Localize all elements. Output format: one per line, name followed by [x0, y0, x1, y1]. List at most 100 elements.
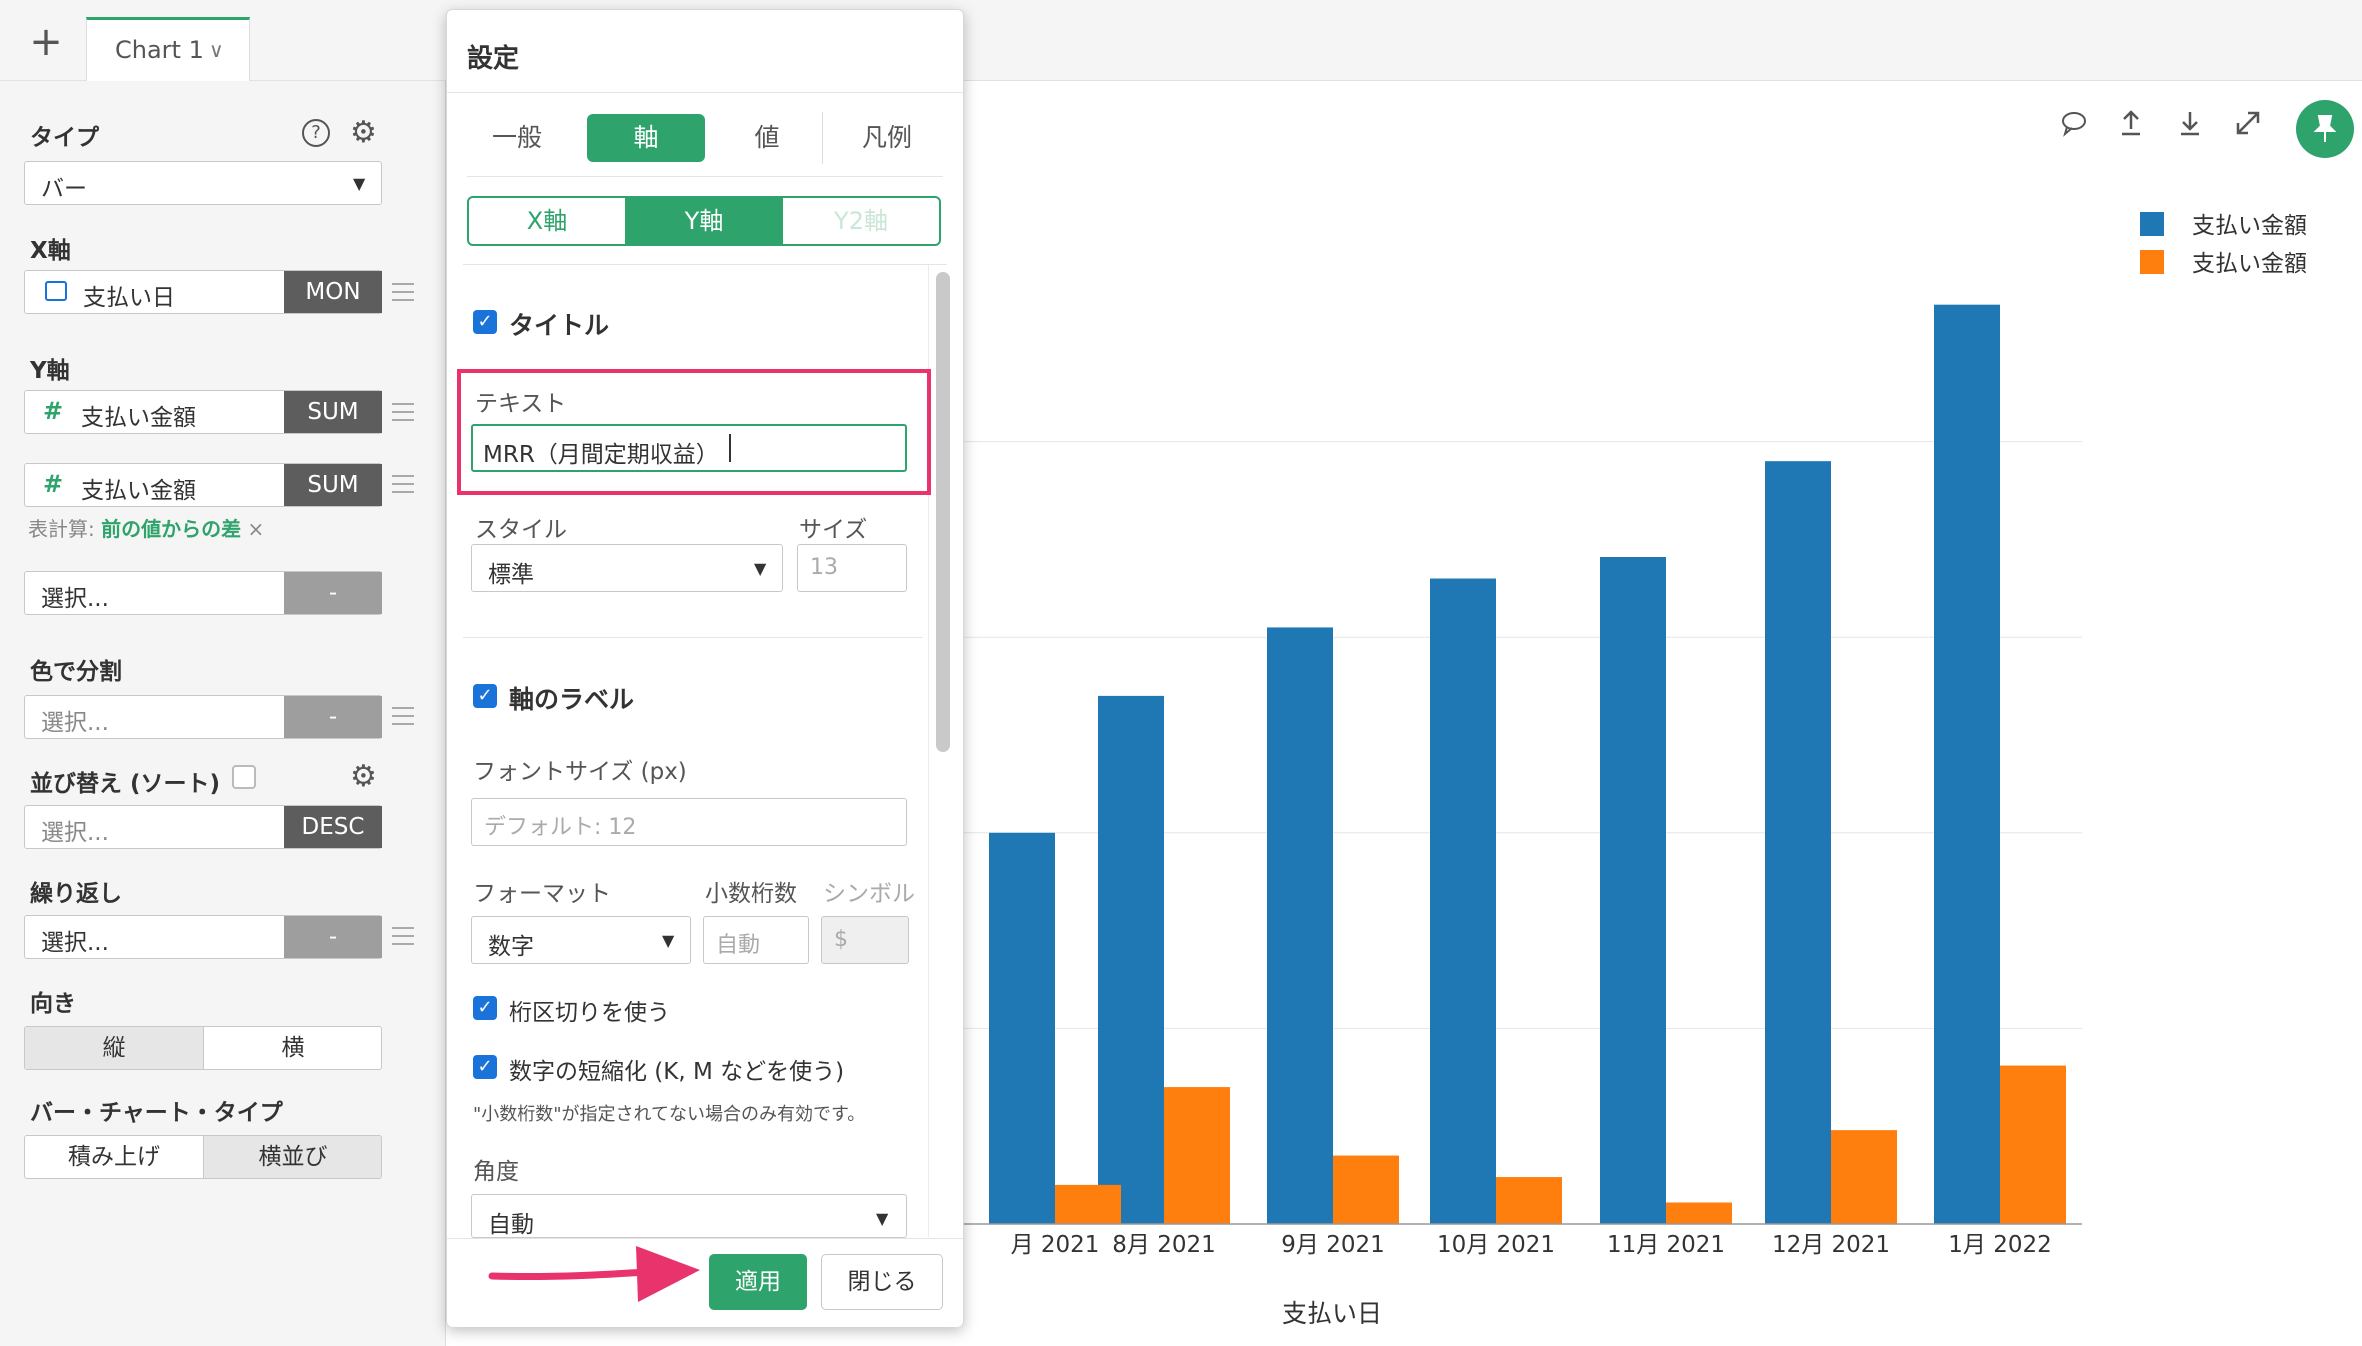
font-size-input[interactable]: デフォルト: 12 — [471, 798, 907, 846]
x-tick-label: 12月 2021 — [1772, 1232, 1890, 1258]
text-label: テキスト — [475, 391, 567, 417]
bar-type-stacked[interactable]: 積み上げ — [25, 1136, 204, 1178]
x-tick-label: 10月 2021 — [1437, 1232, 1555, 1258]
sort-checkbox[interactable] — [232, 765, 256, 789]
bar-type-label: バー・チャート・タイプ — [30, 1100, 283, 1126]
sort-order-tag[interactable]: DESC — [284, 806, 382, 848]
repeat-select[interactable]: 選択... - — [24, 915, 382, 959]
axis-label-checkbox[interactable]: ✓ — [473, 684, 497, 708]
direction-vertical[interactable]: 縦 — [25, 1027, 204, 1069]
tab-label: Chart 1 — [115, 36, 204, 64]
type-label: タイプ — [30, 125, 99, 151]
apply-button[interactable]: 適用 — [709, 1254, 807, 1310]
thousands-separator-checkbox[interactable]: ✓ — [473, 996, 497, 1020]
scrollbar-thumb[interactable] — [936, 272, 950, 752]
drag-handle-icon[interactable] — [392, 283, 414, 301]
axis-tab-y2[interactable]: Y2軸 — [783, 198, 939, 244]
gear-icon[interactable]: ⚙ — [350, 115, 377, 150]
bar-series-2 — [1164, 1087, 1230, 1224]
y-field-2-name: 支払い金額 — [81, 478, 196, 504]
left-config-panel: タイプ ? ⚙ バー ▼ X軸 支払い日 MON Y軸 # 支払い金額 SUM … — [0, 81, 446, 1346]
chart-type-value: バー — [41, 176, 87, 202]
agg-tag-empty[interactable]: - — [284, 696, 382, 738]
axis-tab-y[interactable]: Y軸 — [625, 198, 783, 244]
tab-chart-1[interactable]: Chart 1 ∨ — [86, 17, 250, 81]
legend-label: 支払い金額 — [2192, 251, 2307, 277]
help-icon[interactable]: ? — [302, 119, 330, 147]
bar-type-side-by-side[interactable]: 横並び — [204, 1136, 381, 1178]
color-split-select[interactable]: 選択... - — [24, 695, 382, 739]
agg-tag-empty[interactable]: - — [284, 916, 382, 958]
table-calc-row: 表計算: 前の値からの差 × — [28, 513, 264, 542]
tab-value[interactable]: 値 — [717, 114, 817, 162]
x-axis-field[interactable]: 支払い日 MON — [24, 270, 382, 314]
bar-series-2 — [2000, 1065, 2066, 1224]
bar-series-1 — [1267, 627, 1333, 1224]
y-axis-field-1[interactable]: # 支払い金額 SUM — [24, 390, 382, 434]
style-value: 標準 — [488, 562, 534, 588]
gear-icon[interactable]: ⚙ — [350, 759, 377, 794]
abbreviate-checkbox[interactable]: ✓ — [473, 1055, 497, 1079]
bar-series-1 — [1600, 557, 1666, 1224]
tab-legend[interactable]: 凡例 — [837, 114, 937, 162]
bar-series-2 — [1055, 1184, 1121, 1224]
symbol-placeholder: $ — [834, 927, 848, 952]
bar-series-2 — [1496, 1177, 1562, 1224]
angle-select[interactable]: 自動 ▼ — [471, 1194, 907, 1238]
direction-label: 向き — [30, 991, 76, 1017]
x-field-name: 支払い日 — [83, 285, 175, 311]
select-placeholder: 選択... — [41, 710, 109, 736]
x-tick-label: 9月 2021 — [1281, 1232, 1384, 1258]
remove-icon[interactable]: × — [247, 517, 264, 541]
title-checkbox[interactable]: ✓ — [473, 310, 497, 334]
legend-swatch — [2140, 212, 2164, 236]
legend-swatch — [2140, 250, 2164, 274]
size-input[interactable]: 13 — [797, 544, 907, 592]
add-tab-button[interactable]: + — [24, 22, 68, 66]
angle-label: 角度 — [473, 1159, 519, 1185]
agg-tag-empty[interactable]: - — [284, 572, 382, 614]
bar-series-2 — [1831, 1130, 1897, 1224]
angle-value: 自動 — [488, 1212, 534, 1238]
format-label: フォーマット — [473, 881, 611, 907]
annotation-arrow — [488, 1246, 700, 1302]
dialog-title: 設定 — [467, 44, 520, 74]
axis-tab-x[interactable]: X軸 — [469, 198, 625, 244]
direction-horizontal[interactable]: 横 — [204, 1027, 381, 1069]
font-size-label: フォントサイズ (px) — [473, 759, 687, 785]
table-calc-link[interactable]: 前の値からの差 — [101, 517, 241, 541]
bar-series-1 — [1765, 461, 1831, 1224]
style-select[interactable]: 標準 ▼ — [471, 544, 783, 592]
text-cursor — [729, 434, 731, 462]
format-value: 数字 — [488, 934, 534, 960]
legend-label: 支払い金額 — [2192, 213, 2307, 239]
y-axis-add-select[interactable]: 選択... - — [24, 571, 382, 615]
axis-title-input[interactable]: MRR（月間定期収益） — [471, 424, 907, 472]
tab-axis[interactable]: 軸 — [587, 114, 705, 162]
y-agg-tag-2[interactable]: SUM — [284, 464, 382, 506]
drag-handle-icon[interactable] — [392, 475, 414, 493]
close-button[interactable]: 閉じる — [821, 1254, 943, 1310]
drag-handle-icon[interactable] — [392, 927, 414, 945]
chart-type-select[interactable]: バー ▼ — [24, 161, 382, 205]
y-agg-tag-1[interactable]: SUM — [284, 391, 382, 433]
thousands-separator-label: 桁区切りを使う — [509, 1000, 670, 1026]
drag-handle-icon[interactable] — [392, 707, 414, 725]
divider — [463, 637, 923, 638]
sort-select[interactable]: 選択... DESC — [24, 805, 382, 849]
chevron-down-icon[interactable]: ∨ — [209, 38, 224, 62]
y-axis-label: Y軸 — [30, 358, 70, 384]
x-tick-label: 11月 2021 — [1607, 1232, 1725, 1258]
drag-handle-icon[interactable] — [392, 403, 414, 421]
x-agg-tag[interactable]: MON — [284, 271, 382, 313]
x-tick-label: 8月 2021 — [1112, 1232, 1215, 1258]
calendar-icon — [45, 281, 67, 301]
font-size-placeholder: デフォルト: 12 — [484, 815, 637, 840]
color-split-label: 色で分割 — [30, 659, 122, 685]
y-axis-field-2[interactable]: # 支払い金額 SUM — [24, 463, 382, 507]
decimals-input[interactable]: 自動 — [703, 916, 809, 964]
caret-down-icon: ▼ — [353, 174, 366, 193]
caret-down-icon: ▼ — [754, 559, 767, 578]
tab-general[interactable]: 一般 — [467, 114, 567, 162]
format-select[interactable]: 数字 ▼ — [471, 916, 691, 964]
